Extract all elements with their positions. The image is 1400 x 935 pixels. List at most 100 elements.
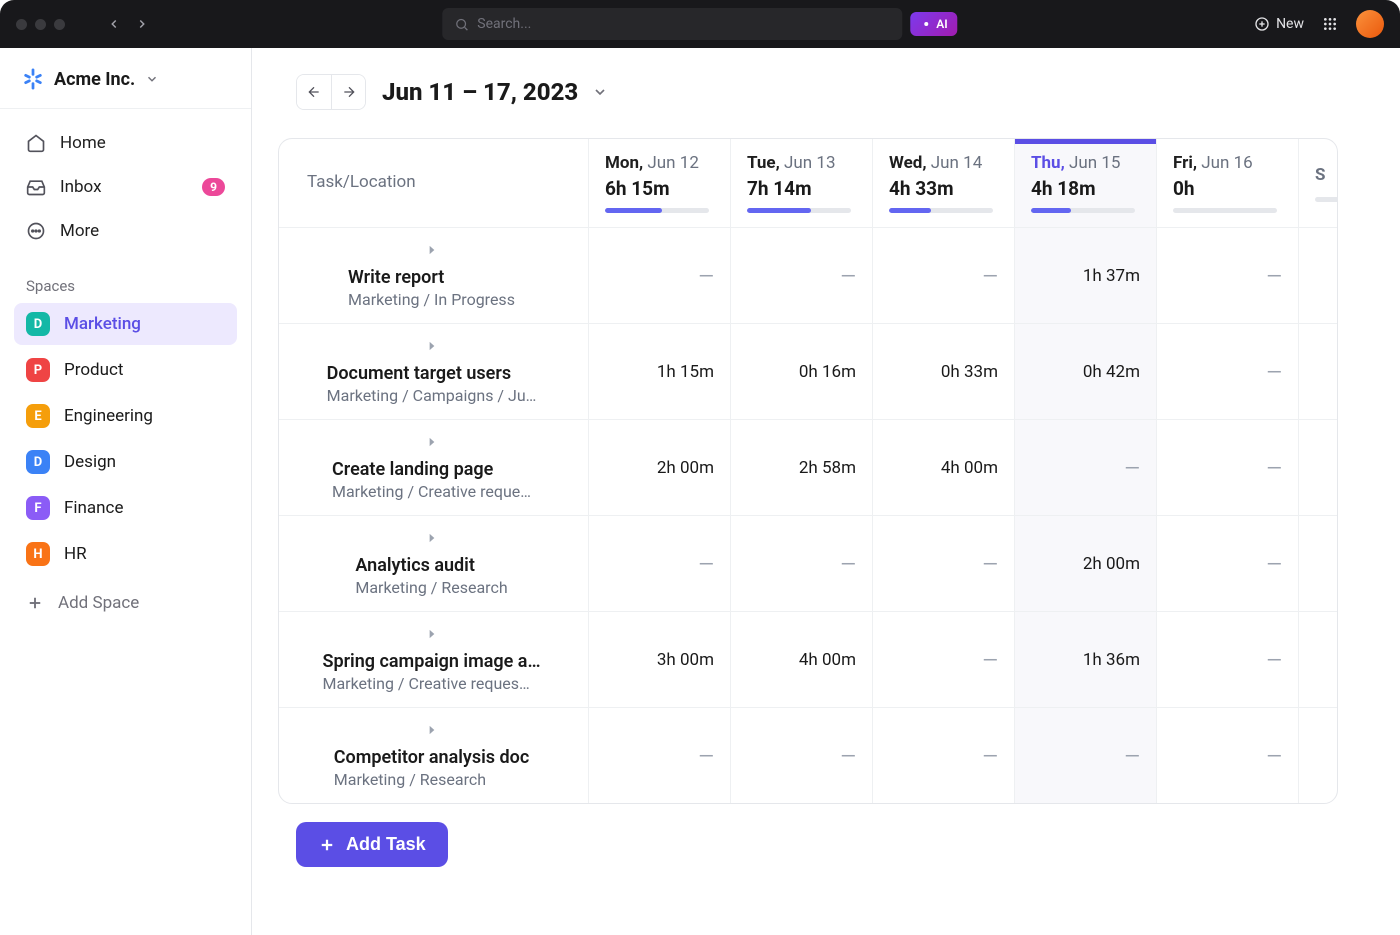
space-item[interactable]: E Engineering xyxy=(14,395,237,437)
task-path: Marketing / In Progress xyxy=(348,290,515,309)
space-color-icon: E xyxy=(26,404,50,428)
task-row[interactable]: Analytics auditMarketing / Research xyxy=(279,516,589,612)
chevron-down-icon xyxy=(592,84,608,100)
time-cell-cut xyxy=(1299,612,1338,708)
task-path: Marketing / Campaigns / Ju… xyxy=(327,386,537,405)
search-input[interactable]: Search... xyxy=(442,8,902,40)
space-color-icon: P xyxy=(26,358,50,382)
time-cell[interactable]: — xyxy=(873,708,1015,803)
time-cell[interactable]: 0h 42m xyxy=(1015,324,1157,420)
column-header-day[interactable]: Tue, Jun 137h 14m xyxy=(731,139,873,228)
time-cell[interactable]: — xyxy=(731,516,873,612)
expand-caret-icon[interactable] xyxy=(425,338,439,357)
column-header-day[interactable]: Mon, Jun 126h 15m xyxy=(589,139,731,228)
nav-home[interactable]: Home xyxy=(14,123,237,163)
time-cell[interactable]: 2h 00m xyxy=(589,420,731,516)
back-icon[interactable] xyxy=(107,17,121,31)
workspace-logo-icon xyxy=(22,68,44,90)
space-color-icon: D xyxy=(26,312,50,336)
task-name: Create landing page xyxy=(332,459,531,480)
next-range-button[interactable] xyxy=(331,75,365,109)
prev-range-button[interactable] xyxy=(297,75,331,109)
space-item[interactable]: FFinance xyxy=(14,487,237,529)
space-item[interactable]: P Product xyxy=(14,349,237,391)
column-header-day-cut: S xyxy=(1299,139,1338,228)
date-range-picker[interactable]: Jun 11 – 17, 2023 xyxy=(382,78,608,106)
expand-caret-icon[interactable] xyxy=(425,722,439,741)
add-space-button[interactable]: Add Space xyxy=(0,581,251,625)
time-cell-cut xyxy=(1299,420,1338,516)
expand-caret-icon[interactable] xyxy=(425,626,439,645)
task-name: Document target users xyxy=(327,363,537,384)
plus-circle-icon xyxy=(1254,16,1270,32)
expand-caret-icon[interactable] xyxy=(425,530,439,549)
time-cell[interactable]: — xyxy=(873,612,1015,708)
ai-button[interactable]: AI xyxy=(910,12,957,36)
task-row[interactable]: Create landing page Marketing / Creative … xyxy=(279,420,589,516)
time-cell[interactable]: — xyxy=(1015,420,1157,516)
time-cell[interactable]: — xyxy=(1015,708,1157,803)
space-color-icon: H xyxy=(26,542,50,566)
time-cell[interactable]: — xyxy=(1157,228,1299,324)
space-label: Engineering xyxy=(64,406,153,426)
add-space-label: Add Space xyxy=(58,593,139,613)
time-cell[interactable]: — xyxy=(1157,708,1299,803)
avatar[interactable] xyxy=(1356,10,1384,38)
main-content: Jun 11 – 17, 2023 Task/LocationMon, Jun … xyxy=(252,48,1400,935)
column-header-day[interactable]: Wed, Jun 144h 33m xyxy=(873,139,1015,228)
time-cell-cut xyxy=(1299,324,1338,420)
time-cell[interactable]: 4h 00m xyxy=(873,420,1015,516)
time-cell[interactable]: — xyxy=(731,708,873,803)
plus-icon xyxy=(318,836,336,854)
new-label: New xyxy=(1276,16,1304,32)
task-row[interactable]: Write reportMarketing / In Progress xyxy=(279,228,589,324)
arrow-right-icon xyxy=(341,84,357,100)
task-path: Marketing / Creative reque… xyxy=(332,482,531,501)
time-cell[interactable]: 0h 33m xyxy=(873,324,1015,420)
time-cell[interactable]: — xyxy=(589,228,731,324)
space-item[interactable]: DMarketing xyxy=(14,303,237,345)
time-cell[interactable]: — xyxy=(873,228,1015,324)
time-cell[interactable]: 4h 00m xyxy=(731,612,873,708)
time-cell[interactable]: — xyxy=(589,516,731,612)
apps-grid-icon[interactable] xyxy=(1322,16,1338,32)
forward-icon[interactable] xyxy=(135,17,149,31)
new-button[interactable]: New xyxy=(1254,16,1304,32)
window-traffic-lights[interactable] xyxy=(16,19,65,30)
task-name: Analytics audit xyxy=(355,555,507,576)
workspace-switcher[interactable]: Acme Inc. xyxy=(0,48,251,109)
time-cell[interactable]: 1h 15m xyxy=(589,324,731,420)
time-cell[interactable]: — xyxy=(589,708,731,803)
time-cell[interactable]: 2h 58m xyxy=(731,420,873,516)
task-row[interactable]: Competitor analysis docMarketing / Resea… xyxy=(279,708,589,803)
time-cell[interactable]: — xyxy=(873,516,1015,612)
time-cell[interactable]: — xyxy=(1157,324,1299,420)
column-header-day[interactable]: Fri, Jun 160h xyxy=(1157,139,1299,228)
expand-caret-icon[interactable] xyxy=(425,242,439,261)
nav-inbox[interactable]: Inbox 9 xyxy=(14,167,237,207)
space-label: Finance xyxy=(64,498,123,518)
time-cell[interactable]: 1h 37m xyxy=(1015,228,1157,324)
space-item[interactable]: HHR xyxy=(14,533,237,575)
expand-caret-icon[interactable] xyxy=(425,434,439,453)
column-header-day[interactable]: Thu, Jun 154h 18m xyxy=(1015,139,1157,228)
space-color-icon: D xyxy=(26,450,50,474)
time-cell[interactable]: — xyxy=(1157,612,1299,708)
time-cell[interactable]: 2h 00m xyxy=(1015,516,1157,612)
nav-inbox-label: Inbox xyxy=(60,177,102,197)
task-row[interactable]: Spring campaign image a…Marketing / Crea… xyxy=(279,612,589,708)
time-cell[interactable]: — xyxy=(731,228,873,324)
nav-home-label: Home xyxy=(60,133,106,153)
space-label: Product xyxy=(64,360,123,380)
time-cell[interactable]: 1h 36m xyxy=(1015,612,1157,708)
time-cell[interactable]: — xyxy=(1157,516,1299,612)
space-item[interactable]: DDesign xyxy=(14,441,237,483)
plus-icon xyxy=(26,594,44,612)
time-cell[interactable]: 3h 00m xyxy=(589,612,731,708)
nav-more[interactable]: More xyxy=(14,211,237,251)
time-cell[interactable]: 0h 16m xyxy=(731,324,873,420)
time-cell[interactable]: — xyxy=(1157,420,1299,516)
date-range-label: Jun 11 – 17, 2023 xyxy=(382,78,578,106)
add-task-button[interactable]: Add Task xyxy=(296,822,448,867)
task-row[interactable]: Document target users Marketing / Campaig… xyxy=(279,324,589,420)
